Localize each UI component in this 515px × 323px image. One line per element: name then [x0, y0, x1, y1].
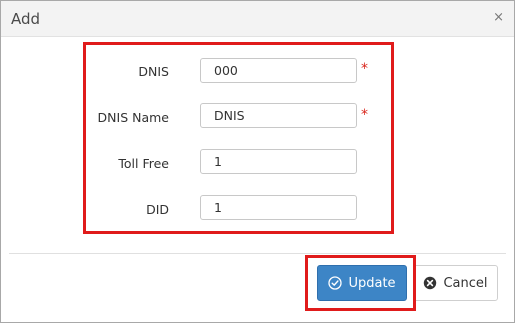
footer-divider: [9, 253, 506, 254]
update-highlight-box: [305, 255, 416, 311]
close-icon[interactable]: ×: [493, 10, 504, 26]
dialog-title: Add: [11, 10, 41, 28]
cancel-button[interactable]: Cancel: [413, 265, 498, 301]
form-highlight-box: [83, 42, 394, 234]
cancel-button-label: Cancel: [443, 275, 488, 291]
add-dialog: Add × DNIS * DNIS Name * Toll Free DID U…: [0, 0, 515, 323]
dialog-titlebar: Add ×: [1, 1, 514, 37]
times-circle-icon: [423, 276, 437, 290]
